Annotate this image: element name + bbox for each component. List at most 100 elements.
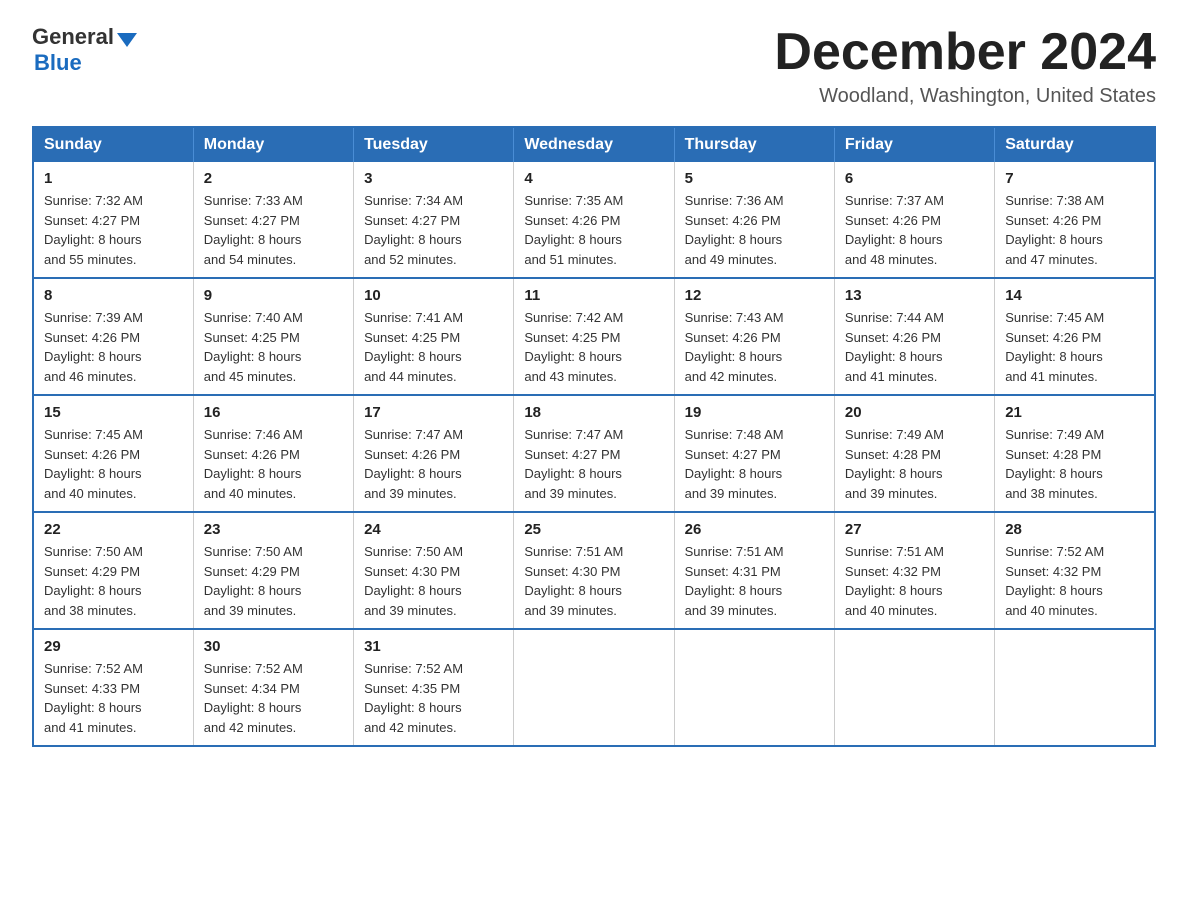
page-title: December 2024 (774, 24, 1156, 81)
day-info: Sunrise: 7:33 AMSunset: 4:27 PMDaylight:… (204, 191, 343, 269)
page-subtitle: Woodland, Washington, United States (774, 85, 1156, 108)
column-header-friday: Friday (834, 127, 994, 162)
logo-arrow-icon (117, 33, 137, 47)
day-info: Sunrise: 7:37 AMSunset: 4:26 PMDaylight:… (845, 191, 984, 269)
column-header-saturday: Saturday (995, 127, 1155, 162)
calendar-cell: 29 Sunrise: 7:52 AMSunset: 4:33 PMDaylig… (33, 629, 193, 746)
day-number: 12 (685, 287, 824, 304)
day-info: Sunrise: 7:34 AMSunset: 4:27 PMDaylight:… (364, 191, 503, 269)
day-info: Sunrise: 7:52 AMSunset: 4:34 PMDaylight:… (204, 659, 343, 737)
day-info: Sunrise: 7:51 AMSunset: 4:31 PMDaylight:… (685, 542, 824, 620)
day-number: 28 (1005, 521, 1144, 538)
calendar-cell: 14 Sunrise: 7:45 AMSunset: 4:26 PMDaylig… (995, 278, 1155, 395)
calendar-week-row: 29 Sunrise: 7:52 AMSunset: 4:33 PMDaylig… (33, 629, 1155, 746)
day-number: 21 (1005, 404, 1144, 421)
calendar-cell: 2 Sunrise: 7:33 AMSunset: 4:27 PMDayligh… (193, 162, 353, 278)
column-header-monday: Monday (193, 127, 353, 162)
calendar-cell: 3 Sunrise: 7:34 AMSunset: 4:27 PMDayligh… (354, 162, 514, 278)
day-info: Sunrise: 7:36 AMSunset: 4:26 PMDaylight:… (685, 191, 824, 269)
title-area: December 2024 Woodland, Washington, Unit… (774, 24, 1156, 108)
day-number: 26 (685, 521, 824, 538)
calendar-cell: 24 Sunrise: 7:50 AMSunset: 4:30 PMDaylig… (354, 512, 514, 629)
calendar-cell: 31 Sunrise: 7:52 AMSunset: 4:35 PMDaylig… (354, 629, 514, 746)
day-number: 31 (364, 638, 503, 655)
calendar-week-row: 15 Sunrise: 7:45 AMSunset: 4:26 PMDaylig… (33, 395, 1155, 512)
day-number: 24 (364, 521, 503, 538)
header: General Blue December 2024 Woodland, Was… (32, 24, 1156, 108)
day-info: Sunrise: 7:46 AMSunset: 4:26 PMDaylight:… (204, 425, 343, 503)
day-number: 5 (685, 170, 824, 187)
day-info: Sunrise: 7:50 AMSunset: 4:29 PMDaylight:… (44, 542, 183, 620)
day-info: Sunrise: 7:41 AMSunset: 4:25 PMDaylight:… (364, 308, 503, 386)
day-info: Sunrise: 7:45 AMSunset: 4:26 PMDaylight:… (1005, 308, 1144, 386)
day-info: Sunrise: 7:39 AMSunset: 4:26 PMDaylight:… (44, 308, 183, 386)
calendar-header-row: SundayMondayTuesdayWednesdayThursdayFrid… (33, 127, 1155, 162)
day-number: 23 (204, 521, 343, 538)
day-info: Sunrise: 7:52 AMSunset: 4:35 PMDaylight:… (364, 659, 503, 737)
calendar-cell: 6 Sunrise: 7:37 AMSunset: 4:26 PMDayligh… (834, 162, 994, 278)
logo: General Blue (32, 24, 137, 76)
calendar-cell: 11 Sunrise: 7:42 AMSunset: 4:25 PMDaylig… (514, 278, 674, 395)
calendar-cell: 16 Sunrise: 7:46 AMSunset: 4:26 PMDaylig… (193, 395, 353, 512)
calendar-cell: 5 Sunrise: 7:36 AMSunset: 4:26 PMDayligh… (674, 162, 834, 278)
calendar-week-row: 1 Sunrise: 7:32 AMSunset: 4:27 PMDayligh… (33, 162, 1155, 278)
calendar-cell: 7 Sunrise: 7:38 AMSunset: 4:26 PMDayligh… (995, 162, 1155, 278)
logo-general-text: General (32, 24, 114, 50)
day-number: 7 (1005, 170, 1144, 187)
day-number: 22 (44, 521, 183, 538)
day-info: Sunrise: 7:52 AMSunset: 4:32 PMDaylight:… (1005, 542, 1144, 620)
day-info: Sunrise: 7:43 AMSunset: 4:26 PMDaylight:… (685, 308, 824, 386)
calendar-cell: 13 Sunrise: 7:44 AMSunset: 4:26 PMDaylig… (834, 278, 994, 395)
day-number: 4 (524, 170, 663, 187)
day-info: Sunrise: 7:49 AMSunset: 4:28 PMDaylight:… (845, 425, 984, 503)
calendar-cell: 21 Sunrise: 7:49 AMSunset: 4:28 PMDaylig… (995, 395, 1155, 512)
column-header-thursday: Thursday (674, 127, 834, 162)
day-info: Sunrise: 7:32 AMSunset: 4:27 PMDaylight:… (44, 191, 183, 269)
calendar-cell: 30 Sunrise: 7:52 AMSunset: 4:34 PMDaylig… (193, 629, 353, 746)
day-number: 13 (845, 287, 984, 304)
day-number: 1 (44, 170, 183, 187)
calendar-cell: 9 Sunrise: 7:40 AMSunset: 4:25 PMDayligh… (193, 278, 353, 395)
day-number: 14 (1005, 287, 1144, 304)
calendar-table: SundayMondayTuesdayWednesdayThursdayFrid… (32, 126, 1156, 747)
calendar-cell: 23 Sunrise: 7:50 AMSunset: 4:29 PMDaylig… (193, 512, 353, 629)
calendar-cell: 15 Sunrise: 7:45 AMSunset: 4:26 PMDaylig… (33, 395, 193, 512)
day-number: 2 (204, 170, 343, 187)
day-number: 8 (44, 287, 183, 304)
day-info: Sunrise: 7:50 AMSunset: 4:29 PMDaylight:… (204, 542, 343, 620)
calendar-cell (674, 629, 834, 746)
calendar-cell: 1 Sunrise: 7:32 AMSunset: 4:27 PMDayligh… (33, 162, 193, 278)
day-info: Sunrise: 7:50 AMSunset: 4:30 PMDaylight:… (364, 542, 503, 620)
calendar-cell: 22 Sunrise: 7:50 AMSunset: 4:29 PMDaylig… (33, 512, 193, 629)
day-number: 18 (524, 404, 663, 421)
day-info: Sunrise: 7:48 AMSunset: 4:27 PMDaylight:… (685, 425, 824, 503)
day-info: Sunrise: 7:45 AMSunset: 4:26 PMDaylight:… (44, 425, 183, 503)
day-info: Sunrise: 7:49 AMSunset: 4:28 PMDaylight:… (1005, 425, 1144, 503)
day-number: 16 (204, 404, 343, 421)
day-info: Sunrise: 7:52 AMSunset: 4:33 PMDaylight:… (44, 659, 183, 737)
day-number: 17 (364, 404, 503, 421)
calendar-cell: 26 Sunrise: 7:51 AMSunset: 4:31 PMDaylig… (674, 512, 834, 629)
day-number: 30 (204, 638, 343, 655)
column-header-sunday: Sunday (33, 127, 193, 162)
calendar-cell: 28 Sunrise: 7:52 AMSunset: 4:32 PMDaylig… (995, 512, 1155, 629)
logo-blue-text: Blue (34, 50, 82, 76)
day-number: 10 (364, 287, 503, 304)
calendar-cell: 12 Sunrise: 7:43 AMSunset: 4:26 PMDaylig… (674, 278, 834, 395)
calendar-week-row: 8 Sunrise: 7:39 AMSunset: 4:26 PMDayligh… (33, 278, 1155, 395)
day-info: Sunrise: 7:47 AMSunset: 4:27 PMDaylight:… (524, 425, 663, 503)
calendar-week-row: 22 Sunrise: 7:50 AMSunset: 4:29 PMDaylig… (33, 512, 1155, 629)
day-number: 6 (845, 170, 984, 187)
calendar-cell: 8 Sunrise: 7:39 AMSunset: 4:26 PMDayligh… (33, 278, 193, 395)
calendar-cell: 10 Sunrise: 7:41 AMSunset: 4:25 PMDaylig… (354, 278, 514, 395)
day-info: Sunrise: 7:44 AMSunset: 4:26 PMDaylight:… (845, 308, 984, 386)
day-info: Sunrise: 7:47 AMSunset: 4:26 PMDaylight:… (364, 425, 503, 503)
day-info: Sunrise: 7:51 AMSunset: 4:30 PMDaylight:… (524, 542, 663, 620)
day-number: 20 (845, 404, 984, 421)
day-number: 9 (204, 287, 343, 304)
calendar-cell (834, 629, 994, 746)
day-number: 27 (845, 521, 984, 538)
calendar-cell: 19 Sunrise: 7:48 AMSunset: 4:27 PMDaylig… (674, 395, 834, 512)
day-info: Sunrise: 7:35 AMSunset: 4:26 PMDaylight:… (524, 191, 663, 269)
day-info: Sunrise: 7:51 AMSunset: 4:32 PMDaylight:… (845, 542, 984, 620)
